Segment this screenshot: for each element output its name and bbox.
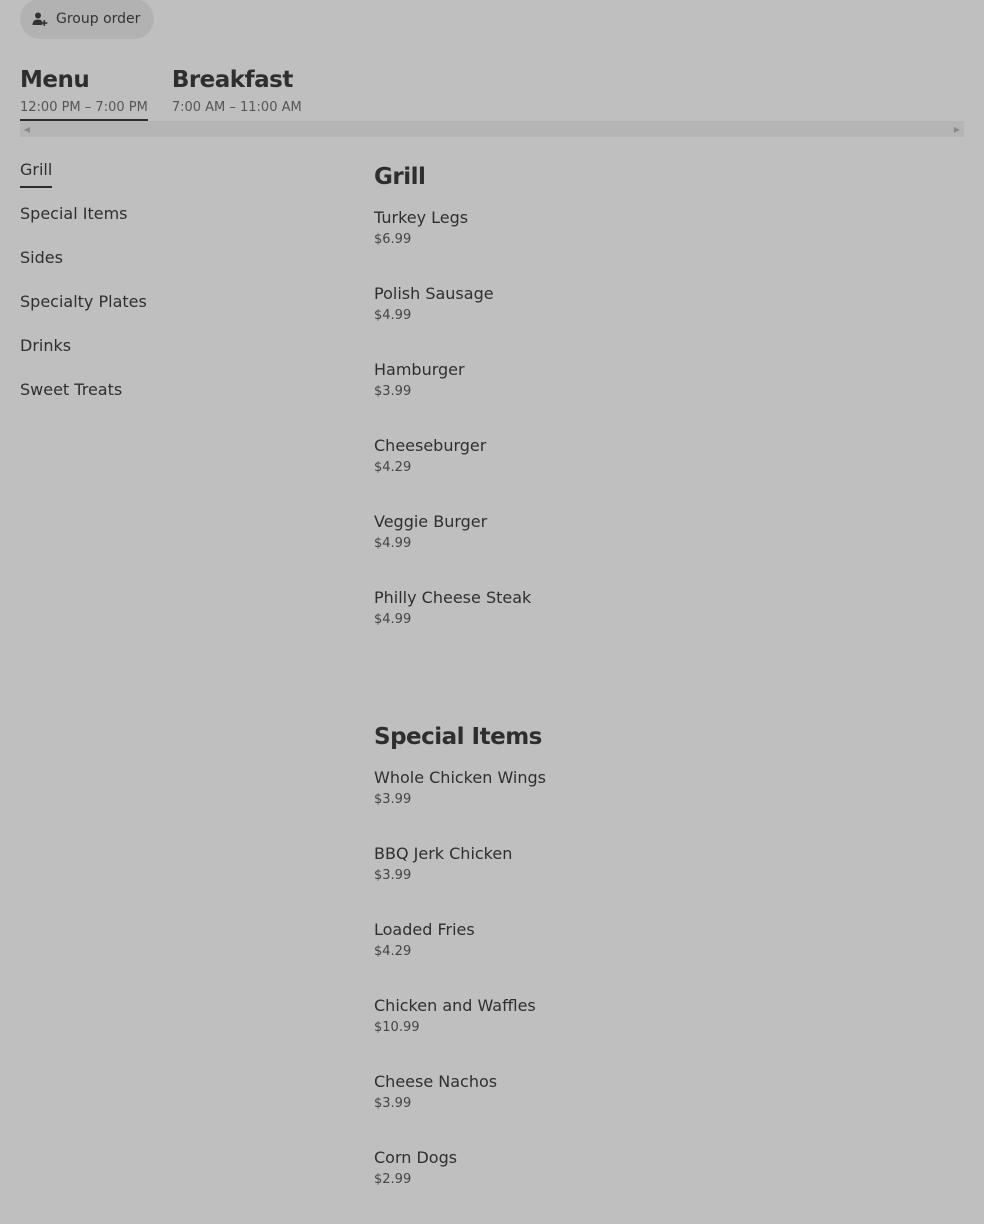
menu-item[interactable]: Whole Chicken Wings $3.99 — [374, 768, 964, 844]
menu-item[interactable]: Corn Dogs $2.99 — [374, 1148, 964, 1224]
category-nav-item-specialty-plates[interactable]: Specialty Plates — [20, 288, 147, 332]
section-title: Special Items — [374, 724, 542, 750]
category-nav: Grill Special Items Sides Specialty Plat… — [20, 156, 147, 420]
menu-item-name: BBQ Jerk Chicken — [374, 844, 513, 863]
menu-item[interactable]: Cheeseburger $4.29 — [374, 436, 964, 512]
menu-item[interactable]: BBQ Jerk Chicken $3.99 — [374, 844, 964, 920]
menu-item[interactable]: Turkey Legs $6.99 — [374, 208, 964, 284]
tab-breakfast[interactable]: Breakfast 7:00 AM – 11:00 AM — [172, 64, 302, 124]
category-nav-item-grill[interactable]: Grill — [20, 156, 147, 200]
group-order-button[interactable]: Group order — [20, 0, 154, 39]
group-order-label: Group order — [56, 11, 141, 27]
menu-item-name: Veggie Burger — [374, 512, 488, 531]
menu-item[interactable]: Veggie Burger $4.99 — [374, 512, 964, 588]
menu-item-name: Polish Sausage — [374, 284, 494, 303]
menu-item-price: $3.99 — [374, 384, 412, 399]
group-add-icon — [32, 11, 48, 27]
menu-item[interactable]: Hamburger $3.99 — [374, 360, 964, 436]
menu-item-name: Chicken and Waffles — [374, 996, 536, 1015]
scroll-left-icon[interactable]: ◀ — [20, 121, 34, 137]
menu-section-special-items: Special Items Whole Chicken Wings $3.99 B… — [374, 720, 964, 1224]
category-nav-label: Sweet Treats — [20, 380, 123, 399]
menu-item-name: Loaded Fries — [374, 920, 475, 939]
menu-item-name: Whole Chicken Wings — [374, 768, 546, 787]
menu-item-price: $6.99 — [374, 232, 412, 247]
menu-item[interactable]: Polish Sausage $4.99 — [374, 284, 964, 360]
category-nav-item-drinks[interactable]: Drinks — [20, 332, 147, 376]
menu-item[interactable]: Chicken and Waffles $10.99 — [374, 996, 964, 1072]
menu-item-price: $3.99 — [374, 792, 412, 807]
menu-item-price: $3.99 — [374, 868, 412, 883]
menu-item-price: $2.99 — [374, 1172, 412, 1187]
category-nav-label: Special Items — [20, 204, 128, 223]
menu-content: Grill Turkey Legs $6.99 Polish Sausage $4.… — [374, 160, 964, 1224]
menu-tabs: Menu 12:00 PM – 7:00 PM Breakfast 7:00 A… — [20, 64, 302, 124]
category-nav-label: Sides — [20, 248, 63, 267]
menu-item-name: Corn Dogs — [374, 1148, 458, 1167]
menu-item-price: $3.99 — [374, 1096, 412, 1111]
menu-item-name: Turkey Legs — [374, 208, 469, 227]
menu-item[interactable]: Cheese Nachos $3.99 — [374, 1072, 964, 1148]
menu-item-price: $4.29 — [374, 944, 412, 959]
tab-menu[interactable]: Menu 12:00 PM – 7:00 PM — [20, 64, 148, 124]
menu-item[interactable]: Philly Cheese Steak $4.99 — [374, 588, 964, 664]
menu-item-price: $4.99 — [374, 308, 412, 323]
scroll-right-icon[interactable]: ▶ — [950, 121, 964, 137]
menu-item-price: $4.29 — [374, 460, 412, 475]
category-nav-item-sides[interactable]: Sides — [20, 244, 147, 288]
menu-item[interactable]: Loaded Fries $4.29 — [374, 920, 964, 996]
menu-item-name: Hamburger — [374, 360, 465, 379]
category-nav-item-special-items[interactable]: Special Items — [20, 200, 147, 244]
category-nav-item-sweet-treats[interactable]: Sweet Treats — [20, 376, 147, 420]
menu-item-name: Cheese Nachos — [374, 1072, 498, 1091]
menu-item-price: $10.99 — [374, 1020, 420, 1035]
menu-item-name: Cheeseburger — [374, 436, 487, 455]
tab-hours: 7:00 AM – 11:00 AM — [171, 100, 302, 115]
category-nav-label: Drinks — [20, 336, 72, 355]
menu-item-price: $4.99 — [374, 612, 412, 627]
tab-hours: 12:00 PM – 7:00 PM — [20, 100, 148, 115]
section-title: Grill — [374, 164, 426, 190]
category-nav-label: Grill — [20, 156, 53, 188]
menu-item-name: Philly Cheese Steak — [374, 588, 532, 607]
tab-title: Breakfast — [171, 67, 294, 93]
category-nav-label: Specialty Plates — [20, 292, 147, 311]
menu-item-price: $4.99 — [374, 536, 412, 551]
menu-section-grill: Grill Turkey Legs $6.99 Polish Sausage $4.… — [374, 160, 964, 664]
tabs-horizontal-scrollbar[interactable]: ◀ ▶ — [20, 121, 964, 137]
tab-title: Menu — [20, 67, 90, 93]
